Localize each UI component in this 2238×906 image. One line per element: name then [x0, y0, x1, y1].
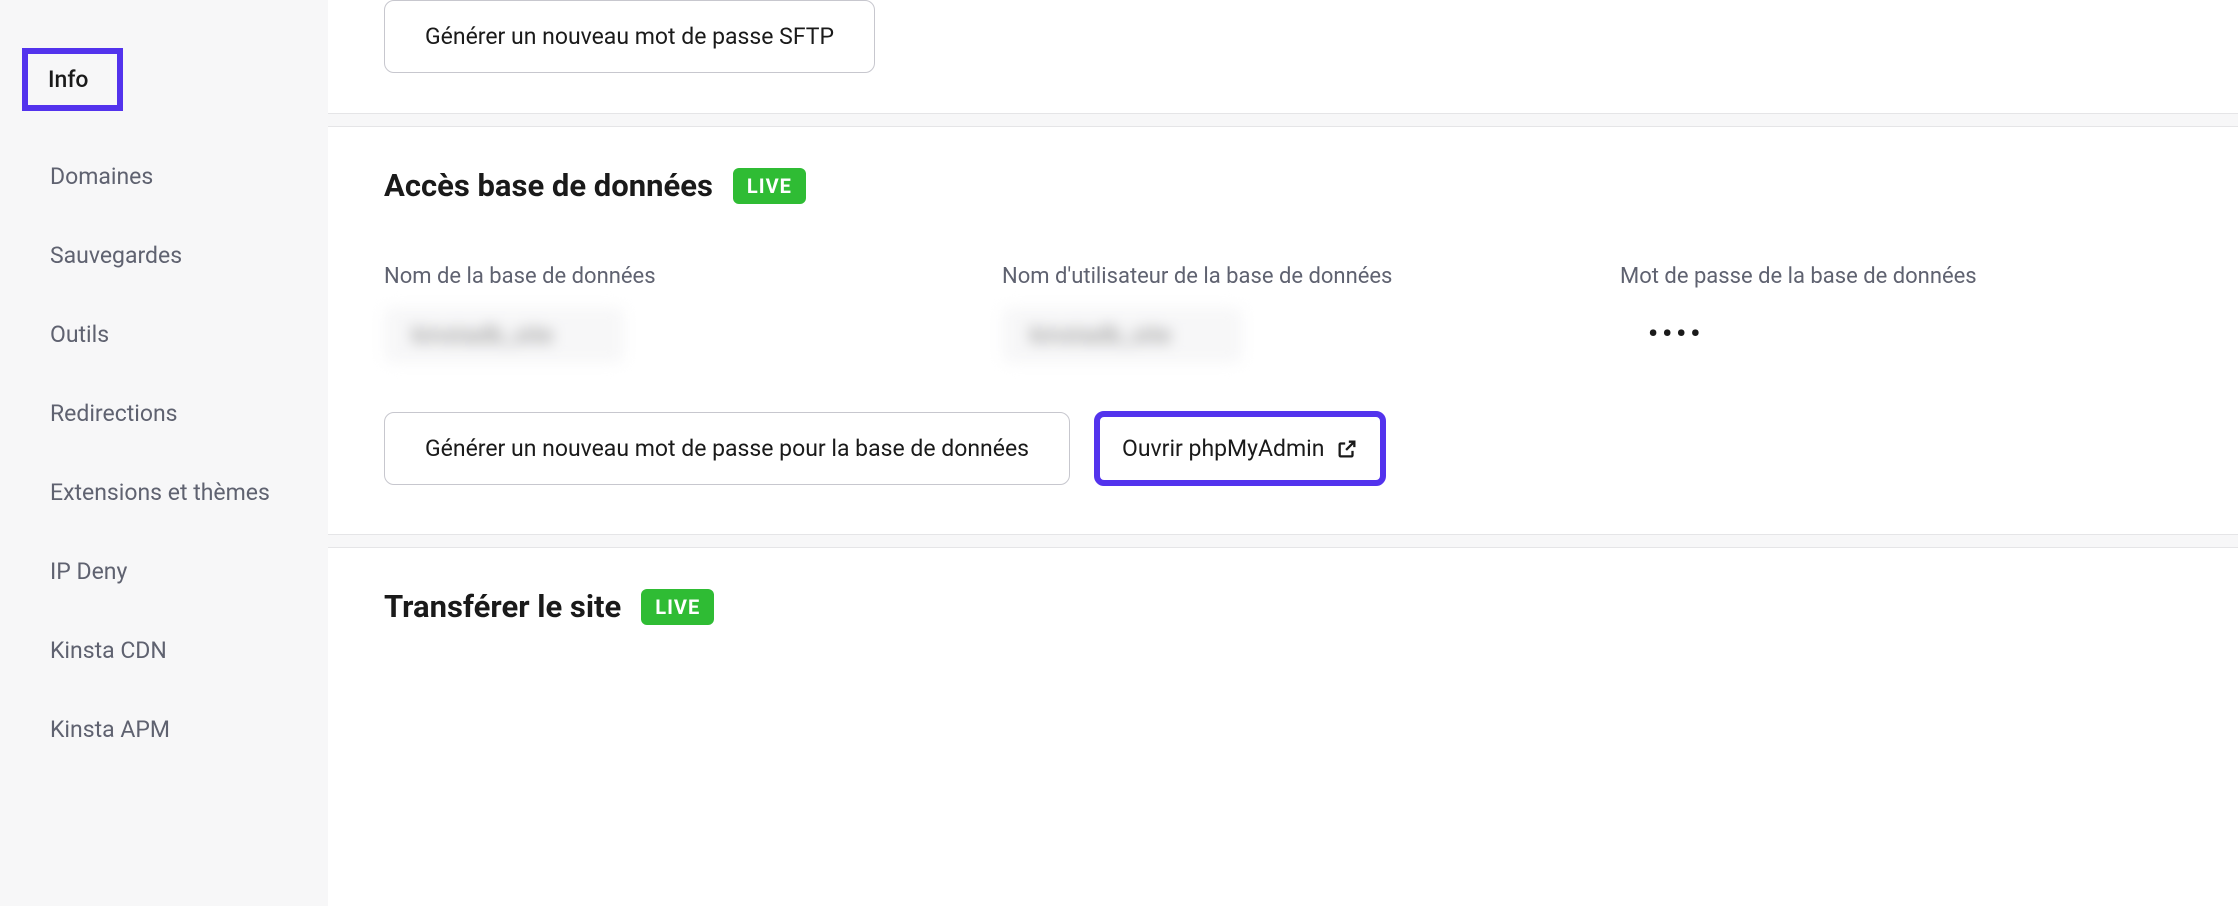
sidebar-item-outils[interactable]: Outils — [0, 305, 328, 364]
sidebar-item-sauvegardes[interactable]: Sauvegardes — [0, 226, 328, 285]
sidebar-item-extensions[interactable]: Extensions et thèmes — [0, 463, 328, 522]
section-database: Accès base de données LIVE Nom de la bas… — [328, 127, 2238, 534]
section-header: Transférer le site LIVE — [384, 588, 2182, 625]
sidebar-item-label: Domaines — [50, 163, 153, 190]
database-fields-row: Nom de la base de données kinstadb_site … — [384, 264, 2182, 363]
sidebar-item-ipdeny[interactable]: IP Deny — [0, 542, 328, 601]
sidebar-item-redirections[interactable]: Redirections — [0, 384, 328, 443]
sidebar: Info Domaines Sauvegardes Outils Redirec… — [0, 0, 328, 906]
section-title: Transférer le site — [384, 588, 621, 625]
sidebar-item-label: IP Deny — [50, 558, 127, 585]
field-label: Mot de passe de la base de données — [1620, 264, 2182, 289]
sidebar-item-label: Info — [48, 66, 89, 93]
live-badge: LIVE — [733, 168, 806, 204]
sidebar-item-domaines[interactable]: Domaines — [0, 147, 328, 206]
section-sftp: Générer un nouveau mot de passe SFTP — [328, 0, 2238, 113]
sidebar-item-kinsta-cdn[interactable]: Kinsta CDN — [0, 621, 328, 680]
field-value-blurred: kinstadb_site — [384, 307, 624, 363]
generate-sftp-password-button[interactable]: Générer un nouveau mot de passe SFTP — [384, 0, 875, 73]
sidebar-item-label: Extensions et thèmes — [50, 479, 270, 506]
button-label: Ouvrir phpMyAdmin — [1122, 435, 1324, 462]
sidebar-item-info[interactable]: Info — [0, 32, 328, 127]
generate-db-password-button[interactable]: Générer un nouveau mot de passe pour la … — [384, 412, 1070, 485]
field-label: Nom de la base de données — [384, 264, 946, 289]
field-db-username: Nom d'utilisateur de la base de données … — [1002, 264, 1564, 363]
sidebar-item-label: Redirections — [50, 400, 178, 427]
sidebar-item-label: Outils — [50, 321, 109, 348]
section-title: Accès base de données — [384, 167, 713, 204]
external-link-icon — [1336, 438, 1358, 460]
field-db-password: Mot de passe de la base de données •••• — [1620, 264, 2182, 363]
live-badge: LIVE — [641, 589, 714, 625]
field-value-password: •••• — [1620, 307, 2182, 360]
field-value-blurred: kinstadb_site — [1002, 307, 1242, 363]
sidebar-item-label: Sauvegardes — [50, 242, 182, 269]
database-buttons-row: Générer un nouveau mot de passe pour la … — [384, 411, 2182, 486]
sidebar-item-label: Kinsta CDN — [50, 637, 167, 664]
sidebar-item-kinsta-apm[interactable]: Kinsta APM — [0, 700, 328, 759]
button-label: Générer un nouveau mot de passe pour la … — [425, 435, 1029, 462]
section-divider — [328, 534, 2238, 548]
main-content: Générer un nouveau mot de passe SFTP Acc… — [328, 0, 2238, 906]
sidebar-item-label: Kinsta APM — [50, 716, 170, 743]
field-db-name: Nom de la base de données kinstadb_site — [384, 264, 946, 363]
section-divider — [328, 113, 2238, 127]
section-header: Accès base de données LIVE — [384, 167, 2182, 204]
sidebar-item-info-highlight: Info — [22, 48, 123, 111]
button-label: Générer un nouveau mot de passe SFTP — [425, 23, 834, 50]
open-phpmyadmin-button[interactable]: Ouvrir phpMyAdmin — [1094, 411, 1386, 486]
section-transfer: Transférer le site LIVE — [328, 548, 2238, 733]
field-label: Nom d'utilisateur de la base de données — [1002, 264, 1564, 289]
